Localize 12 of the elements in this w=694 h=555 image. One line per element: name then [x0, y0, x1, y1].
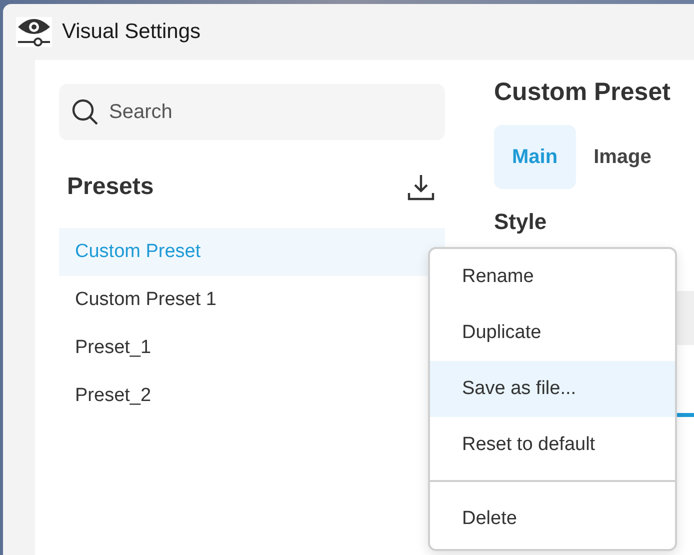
menu-item[interactable]: Delete: [430, 491, 675, 547]
window-title: Visual Settings: [62, 20, 201, 44]
presets-heading: Presets: [67, 173, 154, 201]
menu-item[interactable]: Duplicate: [430, 305, 675, 361]
section-heading: Style: [494, 209, 547, 235]
menu-item[interactable]: Reset to default: [430, 417, 675, 473]
tab[interactable]: Image: [576, 125, 670, 189]
eye-icon: [16, 17, 52, 47]
preset-title: Custom Preset: [494, 78, 670, 107]
search-field[interactable]: Search: [59, 84, 445, 140]
menu-item[interactable]: Save as file...: [430, 361, 675, 417]
download-icon[interactable]: [407, 173, 435, 201]
